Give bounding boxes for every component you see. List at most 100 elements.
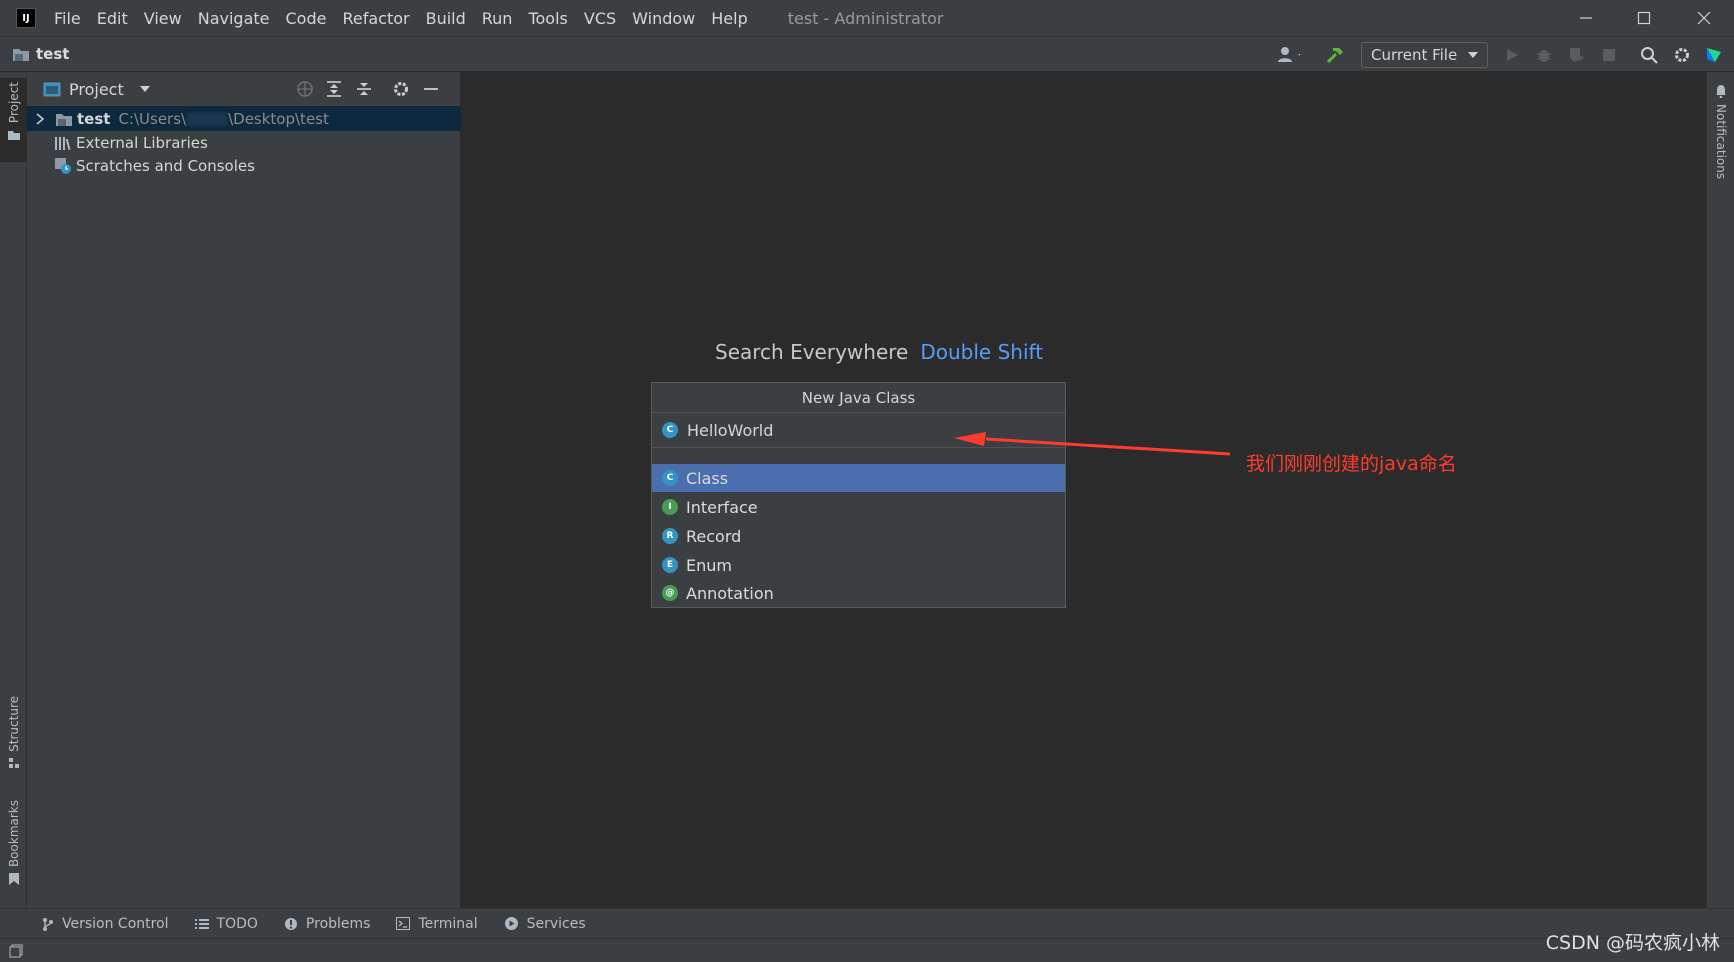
todo-tab[interactable]: TODO (194, 916, 258, 932)
select-opened-file-button[interactable] (294, 78, 316, 100)
enum-icon: E (662, 557, 678, 573)
minimize-icon (1580, 17, 1592, 19)
hint-shortcut: Double Shift (920, 340, 1044, 364)
expand-all-button[interactable] (323, 78, 345, 100)
tree-item-external-libraries[interactable]: External Libraries (27, 130, 461, 155)
code-with-me-button[interactable] (1702, 43, 1726, 67)
left-tool-strip: Project Structure Bookmarks (0, 72, 27, 908)
run-configuration-selector[interactable]: Current File (1361, 42, 1488, 68)
folder-icon (7, 131, 20, 141)
popup-title: New Java Class (652, 383, 1065, 413)
editor-area (462, 72, 1706, 908)
run-button[interactable] (1500, 43, 1524, 67)
user-icon (1278, 47, 1300, 62)
bookmark-icon (8, 873, 19, 886)
search-everywhere-button[interactable] (1637, 43, 1661, 67)
menu-refactor[interactable]: Refactor (342, 9, 409, 28)
hide-panel-button[interactable] (420, 78, 442, 100)
collapse-all-icon (357, 83, 371, 95)
tool-windows-toggle-icon[interactable] (9, 944, 23, 958)
breadcrumb[interactable]: test (12, 45, 69, 63)
structure-icon (8, 757, 19, 768)
menu-code[interactable]: Code (286, 9, 327, 28)
bug-icon (1537, 50, 1551, 62)
tree-item-scratches[interactable]: Scratches and Consoles (27, 153, 461, 178)
project-panel: Project test C:\Users\ \Desktop\test Ext… (27, 72, 461, 908)
menu-run[interactable]: Run (482, 9, 513, 28)
project-folder-icon (13, 49, 29, 61)
user-account-button[interactable] (1276, 43, 1300, 67)
list-icon (194, 918, 209, 929)
stop-icon (1603, 49, 1615, 61)
minimize-button[interactable] (1564, 4, 1608, 32)
class-name-value[interactable]: HelloWorld (687, 421, 773, 440)
maximize-button[interactable] (1622, 4, 1666, 32)
problems-tab[interactable]: Problems (284, 916, 370, 932)
menu-vcs[interactable]: VCS (584, 9, 616, 28)
annotation-text: 我们刚刚创建的java命名 (1246, 453, 1457, 475)
chevron-down-icon (1468, 52, 1479, 58)
project-view-icon (43, 82, 61, 97)
expand-all-icon (327, 81, 341, 97)
hint-text: Search Everywhere (715, 340, 909, 364)
version-control-tab[interactable]: Version Control (42, 916, 169, 932)
chevron-down-icon[interactable] (139, 85, 151, 93)
kind-record[interactable]: R Record (652, 522, 1065, 550)
settings-button[interactable] (1670, 43, 1694, 67)
maximize-icon (1637, 11, 1651, 25)
annotation-arrow (954, 432, 1231, 456)
close-window-button[interactable] (1682, 4, 1726, 32)
stop-button[interactable] (1597, 43, 1621, 67)
kind-annotation[interactable]: @ Annotation (652, 579, 1065, 607)
record-icon: R (662, 528, 678, 544)
services-tab[interactable]: Services (504, 916, 586, 932)
class-icon: C (662, 422, 678, 438)
new-java-class-popup: New Java Class C HelloWorld C Class I In… (651, 382, 1066, 608)
search-icon (1641, 47, 1658, 64)
terminal-tab[interactable]: Terminal (396, 916, 478, 932)
watermark: CSDN @码农疯小林 (1545, 932, 1720, 954)
chevron-right-icon[interactable] (35, 112, 45, 125)
menu-window[interactable]: Window (632, 9, 695, 28)
warning-circle-icon (284, 917, 297, 930)
menu-edit[interactable]: Edit (97, 9, 128, 28)
branch-icon (43, 917, 53, 931)
project-folder-icon (56, 113, 72, 126)
play-icon (1507, 49, 1518, 61)
annotation-icon: @ (662, 585, 678, 601)
project-panel-title[interactable]: Project (69, 80, 124, 99)
debug-button[interactable] (1532, 43, 1556, 67)
interface-icon: I (662, 499, 678, 515)
kind-interface[interactable]: I Interface (652, 493, 1065, 521)
menu-view[interactable]: View (144, 9, 182, 28)
coverage-button[interactable] (1564, 43, 1588, 67)
right-tool-strip: Notifications (1706, 72, 1734, 908)
collapse-all-button[interactable] (353, 78, 375, 100)
services-icon (504, 917, 518, 930)
menu-navigate[interactable]: Navigate (198, 9, 270, 28)
build-button[interactable] (1323, 43, 1347, 67)
project-panel-header: Project (27, 72, 461, 106)
redacted-username (187, 111, 228, 126)
notifications-tool-tab[interactable]: Notifications (1707, 84, 1734, 179)
navigation-toolbar: test Current File (0, 36, 1734, 72)
terminal-icon (396, 917, 411, 930)
menu-tools[interactable]: Tools (528, 9, 567, 28)
structure-tool-tab[interactable]: Structure (0, 696, 27, 769)
bookmarks-tool-tab[interactable]: Bookmarks (0, 800, 27, 886)
panel-options-button[interactable] (390, 78, 412, 100)
menu-file[interactable]: File (54, 9, 81, 28)
status-bar (0, 938, 1734, 962)
kind-class[interactable]: C Class (652, 464, 1065, 492)
search-everywhere-hint: Search Everywhere Double Shift (715, 340, 1043, 364)
minimize-icon (424, 88, 438, 90)
bell-icon (1716, 85, 1726, 98)
menu-help[interactable]: Help (711, 9, 747, 28)
menu-build[interactable]: Build (426, 9, 466, 28)
intellij-logo-icon: IJ (16, 8, 36, 28)
code-with-me-icon (1707, 48, 1721, 62)
kind-enum[interactable]: E Enum (652, 551, 1065, 579)
tree-item-project-root[interactable]: test C:\Users\ \Desktop\test (27, 106, 461, 131)
library-icon (55, 136, 71, 150)
project-tool-tab[interactable]: Project (0, 78, 27, 162)
